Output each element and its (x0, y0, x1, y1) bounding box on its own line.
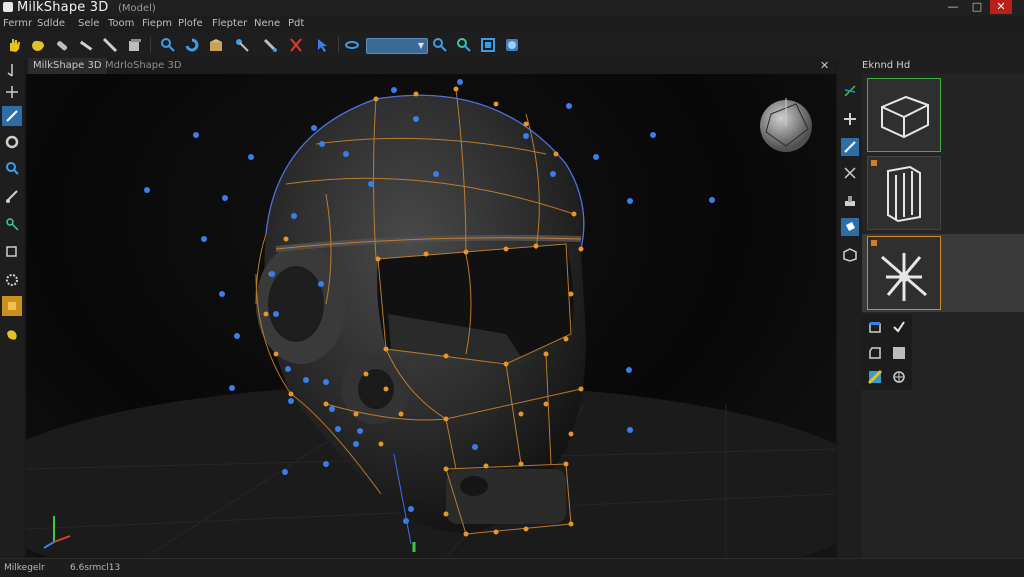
panel-title: Eknnd Hd (862, 60, 911, 71)
magnify-icon[interactable] (158, 35, 178, 55)
scale-icon[interactable] (841, 164, 859, 182)
maximize-button[interactable]: □ (966, 0, 988, 14)
panel-header: Eknnd Hd (862, 58, 1024, 74)
minimize-button[interactable]: — (942, 0, 964, 14)
plus-icon[interactable] (841, 110, 859, 128)
chevron-down-icon: ▼ (417, 41, 424, 50)
menu-item[interactable]: Sele (78, 17, 99, 31)
search-icon[interactable] (2, 158, 22, 178)
3d-viewport[interactable] (26, 74, 836, 557)
paint-icon[interactable] (2, 106, 22, 126)
viewport-canvas[interactable] (26, 74, 836, 557)
frame-icon[interactable] (478, 35, 498, 55)
navigation-gizmo[interactable] (760, 98, 812, 152)
yellow-hand-icon[interactable] (4, 35, 24, 55)
menu-bar: Fermr Sdlde Sele Toom Fiepm Plofe Flepte… (0, 16, 1024, 32)
app-subtitle: (Model) (118, 3, 156, 14)
block-icon[interactable] (890, 344, 908, 362)
duplicate-icon[interactable] (866, 344, 884, 362)
grab-icon[interactable] (28, 35, 48, 55)
tab-viewport-1[interactable]: MilkShape 3D (28, 58, 107, 74)
view-dropdown[interactable]: ▼ (366, 38, 428, 54)
layer-icon[interactable] (866, 318, 884, 336)
pen-icon[interactable] (76, 35, 96, 55)
tool-icon[interactable] (52, 35, 72, 55)
tag-icon[interactable] (2, 296, 22, 316)
orbit-icon[interactable] (342, 35, 362, 55)
check-icon[interactable] (890, 318, 908, 336)
paint-bucket-icon[interactable] (841, 218, 859, 236)
axis-gizmo-icon[interactable] (841, 82, 859, 100)
cursor-icon[interactable] (312, 35, 332, 55)
dropper-icon[interactable] (232, 35, 252, 55)
app-title: MilkShape 3D (17, 0, 109, 15)
status-left: Milkegelr (4, 563, 45, 573)
menu-item[interactable]: Sdlde (37, 17, 65, 31)
status-bar: Milkegelr 6.6srmcl13 (0, 558, 1024, 577)
menu-item[interactable]: Plofe (178, 17, 203, 31)
model-panel: Eknnd Hd (862, 58, 1024, 558)
gear-icon[interactable] (2, 270, 22, 290)
cube-thumbnail[interactable] (867, 78, 941, 152)
menu-item[interactable]: Nene (254, 17, 280, 31)
knife-icon[interactable] (100, 35, 120, 55)
tab-viewport-2[interactable]: MdrloShape 3D (100, 58, 187, 74)
left-toolbar (0, 58, 24, 558)
menu-item[interactable]: Flepter (212, 17, 247, 31)
move-icon[interactable] (2, 82, 22, 102)
mini-tools (862, 314, 912, 390)
select-icon[interactable] (2, 214, 22, 234)
pipette-icon[interactable] (260, 35, 280, 55)
menu-item[interactable]: Fermr (3, 17, 32, 31)
scissors-icon[interactable] (286, 35, 306, 55)
close-icon[interactable]: ✕ (820, 58, 829, 74)
cube-icon[interactable] (841, 246, 859, 264)
box-icon[interactable] (124, 35, 144, 55)
skeleton-thumbnail[interactable] (867, 236, 941, 310)
stamp-icon[interactable] (841, 192, 859, 210)
texture-icon[interactable] (866, 368, 884, 386)
brush-icon[interactable] (2, 186, 22, 206)
pages-thumbnail[interactable] (867, 156, 941, 230)
menu-item[interactable]: Pdt (288, 17, 304, 31)
menu-item[interactable]: Toom (108, 17, 134, 31)
lasso-icon[interactable] (2, 132, 22, 152)
package-icon[interactable] (206, 35, 226, 55)
menu-item[interactable]: Fiepm (142, 17, 172, 31)
close-button[interactable]: ✕ (990, 0, 1012, 14)
globe-icon[interactable] (502, 35, 522, 55)
title-bar: MilkShape 3D (Model) — □ ✕ (0, 0, 1024, 16)
zoom-fit-icon[interactable] (454, 35, 474, 55)
pointer-icon[interactable] (2, 60, 22, 80)
status-right: 6.6srmcl13 (70, 563, 121, 573)
viewport-tabs: MilkShape 3D MdrloShape 3D ✕ (26, 58, 836, 74)
main-toolbar: ▼ (0, 32, 1024, 59)
edit-icon[interactable] (841, 138, 859, 156)
app-logo (3, 2, 13, 12)
zoom-icon[interactable] (430, 35, 450, 55)
rotate-icon[interactable] (182, 35, 202, 55)
rect-select-icon[interactable] (2, 242, 22, 262)
right-toolbar (838, 58, 862, 558)
axis-icon (2, 322, 22, 342)
target-icon[interactable] (890, 368, 908, 386)
